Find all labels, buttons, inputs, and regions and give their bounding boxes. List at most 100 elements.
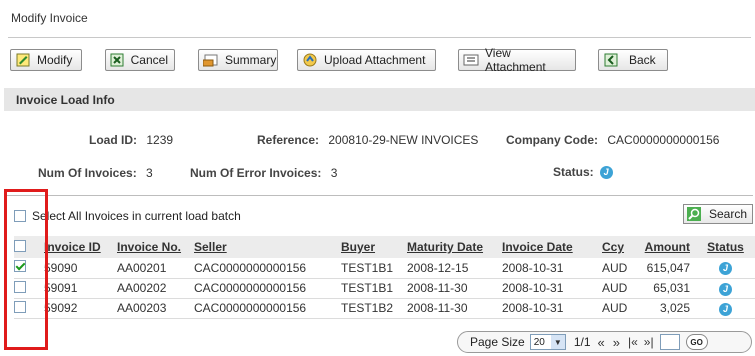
search-button[interactable]: Search (683, 204, 753, 224)
view-attachment-icon (463, 52, 479, 68)
next-page-icon[interactable]: » (613, 335, 620, 350)
back-label: Back (629, 53, 656, 67)
num-error-value: 3 (330, 166, 338, 180)
page-info: 1/1 (573, 335, 591, 349)
modify-button[interactable]: Modify (10, 49, 82, 71)
invoice-date-cell: 2008-10-31 (502, 258, 602, 279)
title-divider (8, 37, 751, 38)
ccy-cell: AUD (602, 298, 640, 319)
status-label: Status: (553, 165, 594, 179)
load-id-value: 1239 (146, 133, 174, 147)
page-number-input[interactable] (659, 334, 680, 350)
reference-value: 200810-29-NEW INVOICES (328, 133, 479, 147)
col-maturity-date[interactable]: Maturity Date (407, 236, 502, 258)
invoice-no-cell: AA00201 (117, 258, 194, 279)
go-label: GO (690, 337, 703, 347)
col-amount[interactable]: Amount (640, 236, 696, 258)
go-button[interactable]: GO (685, 334, 708, 350)
cancel-button[interactable]: Cancel (105, 49, 175, 71)
modify-icon (15, 52, 31, 68)
num-error-label: Num Of Error Invoices: (190, 166, 322, 180)
col-seller[interactable]: Seller (194, 236, 341, 258)
first-page-icon[interactable]: |« (628, 335, 638, 349)
maturity-date-cell: 2008-11-30 (407, 278, 502, 299)
upload-icon (302, 52, 318, 68)
last-page-icon[interactable]: »| (644, 335, 654, 349)
ccy-cell: AUD (602, 258, 640, 279)
num-invoices-field: Num Of Invoices: 3 (38, 166, 153, 180)
section-title: Invoice Load Info (16, 93, 115, 107)
amount-cell: 65,031 (640, 278, 696, 299)
invoice-id-cell: 59090 (44, 258, 117, 279)
select-all-row: Select All Invoices in current load batc… (14, 209, 241, 223)
buyer-cell: TEST1B1 (341, 258, 407, 279)
invoice-id-cell: 59092 (44, 298, 117, 319)
modify-label: Modify (37, 53, 73, 67)
buyer-cell: TEST1B1 (341, 278, 407, 299)
page-title: Modify Invoice (11, 11, 88, 25)
select-all-label: Select All Invoices in current load batc… (32, 209, 241, 223)
view-attachment-label: View Attachment (485, 46, 546, 74)
col-invoice-no[interactable]: Invoice No. (117, 236, 194, 258)
chevron-down-icon: ▼ (550, 335, 565, 349)
table-row: 59090 AA00201 CAC0000000000156 TEST1B1 2… (14, 258, 755, 279)
load-id-label: Load ID: (89, 133, 137, 147)
reference-label: Reference: (257, 133, 320, 147)
num-error-field: Num Of Error Invoices: 3 (190, 166, 337, 180)
status-icon[interactable]: J (719, 282, 732, 296)
page-size-select[interactable]: 20 ▼ (529, 334, 566, 350)
invoice-date-cell: 2008-10-31 (502, 298, 602, 319)
col-invoice-id[interactable]: Invoice ID (44, 236, 117, 258)
status-field: Status: J (553, 165, 613, 179)
page-size-label: Page Size (470, 335, 525, 349)
amount-cell: 3,025 (640, 298, 696, 319)
num-invoices-value: 3 (146, 166, 153, 180)
summary-button[interactable]: Summary (198, 49, 278, 71)
invoice-table: Invoice ID Invoice No. Seller Buyer Matu… (14, 236, 755, 319)
company-code-value: CAC0000000000156 (607, 133, 720, 147)
upload-attachment-label: Upload Attachment (324, 53, 426, 67)
invoice-date-cell: 2008-10-31 (502, 278, 602, 299)
invoice-no-cell: AA00202 (117, 278, 194, 299)
status-icon[interactable]: J (719, 302, 732, 316)
summary-label: Summary (225, 53, 277, 67)
search-icon (687, 207, 701, 221)
summary-icon (203, 52, 219, 68)
maturity-date-cell: 2008-12-15 (407, 258, 502, 279)
seller-cell: CAC0000000000156 (194, 298, 341, 319)
status-info-icon[interactable]: J (599, 165, 613, 179)
back-button[interactable]: Back (598, 49, 668, 71)
table-header-row: Invoice ID Invoice No. Seller Buyer Matu… (14, 236, 755, 258)
seller-cell: CAC0000000000156 (194, 278, 341, 299)
num-invoices-label: Num Of Invoices: (38, 166, 137, 180)
view-attachment-button[interactable]: View Attachment (458, 46, 576, 74)
table-row: 59092 AA00203 CAC0000000000156 TEST1B2 2… (14, 298, 755, 319)
invoice-no-cell: AA00203 (117, 298, 194, 319)
company-code-label: Company Code: (506, 133, 599, 147)
cancel-label: Cancel (130, 53, 168, 67)
search-label: Search (709, 207, 748, 221)
status-icon[interactable]: J (719, 262, 732, 276)
upload-attachment-button[interactable]: Upload Attachment (297, 49, 436, 71)
col-buyer[interactable]: Buyer (341, 236, 407, 258)
col-ccy[interactable]: Ccy (602, 236, 640, 258)
page-size-value: 20 (533, 336, 545, 348)
cancel-icon (110, 52, 125, 68)
amount-cell: 615,047 (640, 258, 696, 279)
buyer-cell: TEST1B2 (341, 298, 407, 319)
load-id-field: Load ID: 1239 (89, 133, 173, 147)
maturity-date-cell: 2008-11-30 (407, 298, 502, 319)
col-status[interactable]: Status (696, 236, 755, 258)
section-header: Invoice Load Info (4, 88, 755, 111)
pagination-bar: Page Size 20 ▼ 1/1 « » |« »| GO (457, 331, 752, 353)
section-divider (4, 195, 753, 196)
prev-page-icon[interactable]: « (598, 335, 605, 350)
reference-field: Reference: 200810-29-NEW INVOICES (257, 133, 478, 147)
checkbox-column-highlight (4, 189, 48, 350)
toolbar: Modify Cancel Summary Upload Attachment … (0, 46, 755, 74)
company-code-field: Company Code: CAC0000000000156 (506, 133, 719, 147)
back-icon (603, 52, 619, 68)
window-titlebar: Modify Invoice (0, 0, 755, 38)
ccy-cell: AUD (602, 278, 640, 299)
col-invoice-date[interactable]: Invoice Date (502, 236, 602, 258)
